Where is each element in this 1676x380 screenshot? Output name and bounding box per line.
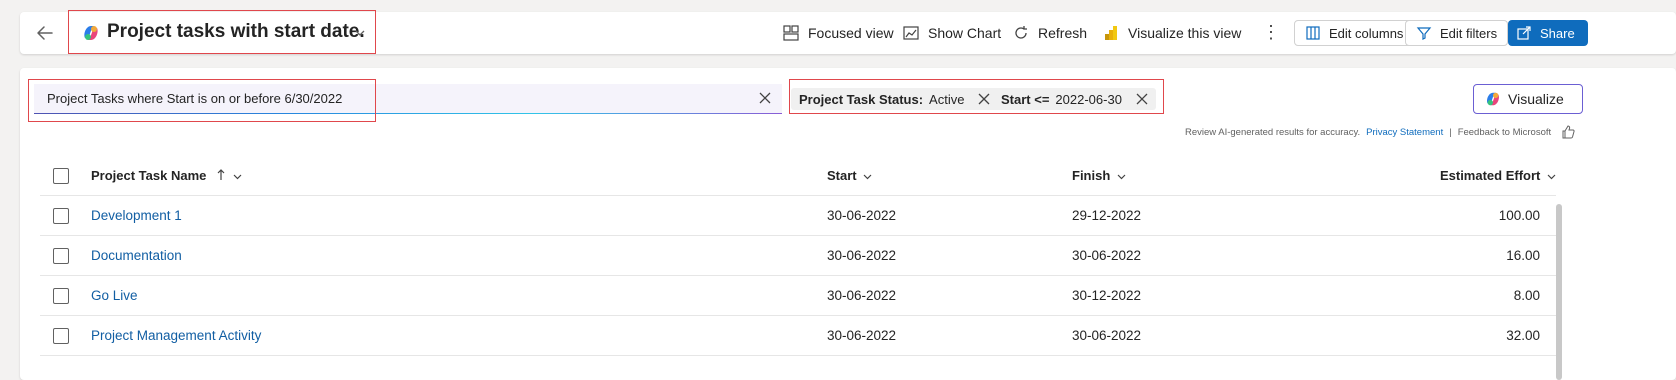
effort-cell: 100.00 [1498,208,1540,223]
share-label: Share [1540,25,1575,41]
chevron-down-icon[interactable] [353,26,367,40]
chart-icon [903,26,919,40]
close-icon[interactable] [758,91,772,105]
column-label: Estimated Effort [1439,168,1541,183]
task-name-link[interactable]: Go Live [91,288,138,303]
column-label: Project Task Name [91,168,207,183]
show-chart-button[interactable]: Show Chart [902,22,1001,44]
column-header-finish[interactable]: Finish [1072,168,1126,183]
chevron-down-icon [1547,174,1556,180]
column-header-start[interactable]: Start [827,168,872,183]
table-row[interactable]: Development 1 30-06-2022 29-12-2022 100.… [40,196,1556,236]
row-checkbox[interactable] [53,248,69,264]
feedback-link[interactable]: Feedback to Microsoft [1458,127,1551,138]
more-options-icon[interactable]: ⋮ [1262,22,1280,43]
column-header-name[interactable]: Project Task Name [91,168,242,183]
ai-disclaimer-text: Review AI-generated results for accuracy… [1185,126,1361,138]
finish-cell: 29-12-2022 [1072,208,1142,223]
refresh-button[interactable]: Refresh [1012,22,1087,44]
sort-ascending-icon [217,169,225,180]
edit-filters-button[interactable]: Edit filters [1405,20,1509,46]
thumbs-up-icon[interactable] [1561,125,1575,139]
visualize-label: Visualize [1508,91,1564,107]
share-button[interactable]: Share [1508,20,1588,46]
table-row[interactable]: Documentation 30-06-2022 30-06-2022 16.0… [40,236,1556,276]
focused-view-label: Focused view [808,25,894,41]
row-checkbox[interactable] [53,208,69,224]
edit-columns-button[interactable]: Edit columns [1294,20,1415,46]
command-bar: Project tasks with start date. Focused v… [20,10,1676,54]
table-row[interactable]: Project Management Activity 30-06-2022 3… [40,316,1556,356]
refresh-icon [1015,26,1027,39]
back-arrow-icon[interactable] [34,22,56,44]
focused-view-icon [783,25,799,41]
row-checkbox[interactable] [53,328,69,344]
start-cell: 30-06-2022 [827,288,897,303]
filter-icon [1416,27,1432,40]
column-label: Start [827,168,857,183]
focused-view-button[interactable]: Focused view [782,22,894,44]
visualize-view-label: Visualize this view [1128,25,1242,41]
vertical-scrollbar[interactable] [1556,204,1562,380]
start-cell: 30-06-2022 [827,248,897,263]
show-chart-label: Show Chart [928,25,1002,41]
table-header: Project Task Name Start Finish Estimated… [40,156,1556,196]
page-title: Project tasks with start date. [107,21,365,42]
share-icon [1517,26,1531,40]
privacy-statement-link[interactable]: Privacy Statement [1366,127,1443,138]
chevron-down-icon [233,174,242,180]
table-row[interactable]: Go Live 30-06-2022 30-12-2022 8.00 [40,276,1556,316]
separator: | [1449,126,1452,138]
column-header-estimated-effort[interactable]: Estimated Effort [1440,168,1556,183]
chevron-down-icon [1117,174,1126,180]
ai-disclaimer: Review AI-generated results for accuracy… [1185,125,1575,139]
visualize-button[interactable]: Visualize [1473,84,1583,114]
finish-cell: 30-12-2022 [1072,288,1142,303]
search-highlight-box [28,79,376,122]
visualize-view-button[interactable]: Visualize this view [1102,22,1241,44]
start-cell: 30-06-2022 [827,208,897,223]
task-name-link[interactable]: Development 1 [91,208,182,223]
edit-columns-label: Edit columns [1329,25,1404,41]
view-selector[interactable]: Project tasks with start date. [68,10,376,54]
task-name-link[interactable]: Documentation [91,248,182,263]
filter-highlight-box [789,79,1164,114]
column-label: Finish [1072,168,1111,183]
chevron-down-icon [863,174,872,180]
power-bi-icon [1105,26,1117,40]
finish-cell: 30-06-2022 [1072,328,1142,343]
edit-filters-label: Edit filters [1440,25,1498,41]
refresh-label: Refresh [1038,25,1088,41]
effort-cell: 16.00 [1506,248,1540,263]
edit-columns-icon [1306,26,1320,40]
effort-cell: 32.00 [1506,328,1540,343]
finish-cell: 30-06-2022 [1072,248,1142,263]
effort-cell: 8.00 [1513,288,1540,303]
row-checkbox[interactable] [53,288,69,304]
start-cell: 30-06-2022 [827,328,897,343]
app-edge [0,0,6,380]
copilot-icon [1487,92,1499,106]
select-all-checkbox[interactable] [53,168,69,184]
main-panel: Project Tasks where Start is on or befor… [20,68,1676,380]
copilot-icon [84,26,98,40]
task-name-link[interactable]: Project Management Activity [91,328,261,343]
